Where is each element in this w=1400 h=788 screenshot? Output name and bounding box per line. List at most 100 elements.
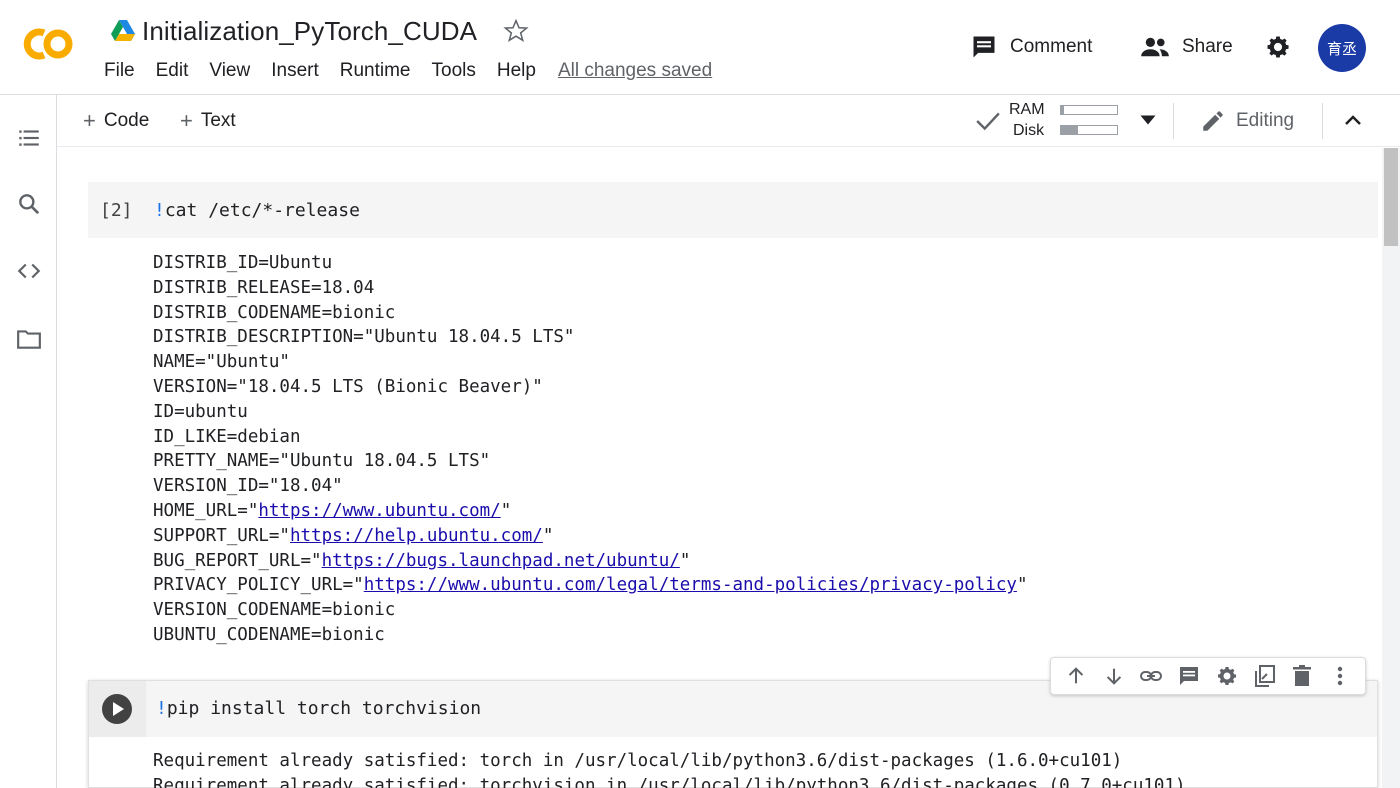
save-status[interactable]: All changes saved [558,60,712,82]
output-link[interactable]: https://help.ubuntu.com/ [290,526,543,546]
mirror-cell-icon[interactable] [1253,664,1277,688]
menu-tools[interactable]: Tools [432,60,476,82]
comment-label: Comment [1010,36,1093,57]
divider [1322,103,1323,139]
output-line: HOME_URL="https://www.ubuntu.com/" [153,499,1028,524]
delete-icon[interactable] [1290,664,1314,688]
files-icon[interactable] [16,326,42,352]
code-text[interactable]: !pip install torch torchvision [156,698,481,719]
search-icon[interactable] [16,191,42,217]
plus-icon: + [180,108,193,133]
menu-help[interactable]: Help [497,60,536,82]
output-text: " [679,550,691,571]
output-text: VERSION="18.04.5 LTS (Bionic Beaver)" [153,376,543,397]
output-link[interactable]: https://www.ubuntu.com/ [258,501,500,521]
code-snippets-icon[interactable] [16,258,42,284]
menu-edit[interactable]: Edit [156,60,189,82]
output-text: DISTRIB_DESCRIPTION="Ubuntu 18.04.5 LTS" [153,327,575,348]
output-line: Requirement already satisfied: torchvisi… [153,775,1186,788]
code-cell[interactable]: [2] !cat /etc/*-release [88,182,1378,238]
move-down-icon[interactable] [1102,664,1126,688]
editing-mode-button[interactable]: Editing [1200,108,1294,134]
code-cell-active[interactable]: !pip install torch torchvision Requireme… [88,680,1378,788]
editing-label: Editing [1236,110,1295,131]
code-text: cat /etc/*-release [164,200,360,221]
scrollbar-thumb[interactable] [1384,148,1398,246]
output-link[interactable]: https://www.ubuntu.com/legal/terms-and-p… [364,575,1017,595]
menu-bar: File Edit View Insert Runtime Tools Help… [104,60,712,82]
settings-icon[interactable] [1215,664,1239,688]
app-header: Initialization_PyTorch_CUDA File Edit Vi… [0,0,1400,95]
colab-logo[interactable] [20,24,82,64]
code-editor[interactable]: !cat /etc/*-release [154,200,360,221]
add-code-label: Code [103,110,150,131]
output-text: DISTRIB_CODENAME=bionic [153,302,396,323]
cell-gutter [89,681,146,737]
cell-output: DISTRIB_ID=Ubuntu DISTRIB_RELEASE=18.04 DI… [153,251,1028,648]
link-icon[interactable] [1139,664,1163,688]
output-text: PRIVACY_POLICY_URL=" [153,575,364,596]
menu-insert[interactable]: Insert [271,60,319,82]
avatar[interactable]: 育丞 [1318,24,1366,72]
output-line: ID=ubuntu [153,400,1028,425]
disk-bar [1060,125,1118,135]
output-text: VERSION_ID="18.04" [153,476,343,497]
notebook-toolbar: + Code + Text RAM Disk Editing [57,95,1400,147]
output-text: NAME="Ubuntu" [153,352,290,373]
move-up-icon[interactable] [1064,664,1088,688]
star-icon[interactable] [503,18,529,44]
left-sidebar [0,95,57,788]
resource-indicator[interactable]: RAM Disk [975,101,1157,141]
output-line: UBUNTU_CODENAME=bionic [153,623,1028,648]
output-line: SUPPORT_URL="https://help.ubuntu.com/" [153,524,1028,549]
output-text: PRETTY_NAME="Ubuntu 18.04.5 LTS" [153,451,491,472]
output-line: ID_LIKE=debian [153,425,1028,450]
output-line: NAME="Ubuntu" [153,350,1028,375]
check-icon [976,112,1000,131]
output-line: DISTRIB_ID=Ubuntu [153,251,1028,276]
share-label: Share [1182,36,1233,57]
add-text-button[interactable]: + Text [180,108,236,134]
ram-bar [1060,105,1118,115]
output-text: HOME_URL=" [153,500,259,521]
output-line: VERSION="18.04.5 LTS (Bionic Beaver)" [153,375,1028,400]
output-text: DISTRIB_ID=Ubuntu [153,253,333,273]
output-text: " [542,525,554,546]
output-text: UBUNTU_CODENAME=bionic [153,624,385,645]
settings-button[interactable] [1264,33,1292,66]
output-line: VERSION_CODENAME=bionic [153,598,1028,623]
ram-label: RAM [1009,101,1045,118]
share-button[interactable]: Share [1140,33,1233,61]
output-text: SUPPORT_URL=" [153,525,290,546]
output-link[interactable]: https://bugs.launchpad.net/ubuntu/ [322,551,680,571]
output-line: DISTRIB_CODENAME=bionic [153,301,1028,326]
chevron-down-icon[interactable] [1139,113,1157,127]
code-content: pip install torch torchvision [166,698,482,719]
menu-runtime[interactable]: Runtime [340,60,411,82]
menu-file[interactable]: File [104,60,135,82]
people-icon [1141,37,1169,57]
comment-button[interactable]: Comment [970,33,1092,61]
cell-output: Requirement already satisfied: torch in … [153,749,1186,788]
run-cell-button[interactable] [102,694,132,724]
output-line: PRIVACY_POLICY_URL="https://www.ubuntu.c… [153,573,1028,598]
execution-count: [2] [100,200,133,221]
toc-icon[interactable] [16,125,42,151]
comment-icon[interactable] [1177,664,1201,688]
output-text: BUG_REPORT_URL=" [153,550,322,571]
notebook-title[interactable]: Initialization_PyTorch_CUDA [142,16,477,47]
output-text: " [1016,575,1028,596]
pencil-icon [1203,111,1223,131]
add-code-button[interactable]: + Code [83,108,149,134]
google-drive-icon[interactable] [110,19,136,43]
shell-bang: ! [154,200,165,221]
output-line: PRETTY_NAME="Ubuntu 18.04.5 LTS" [153,449,1028,474]
output-text: DISTRIB_RELEASE=18.04 [153,277,375,298]
output-line: DISTRIB_RELEASE=18.04 [153,276,1028,301]
chevron-up-icon[interactable] [1341,109,1365,133]
output-line: Requirement already satisfied: torch in … [153,751,1123,771]
divider [1173,103,1174,139]
more-vert-icon[interactable] [1328,664,1352,688]
menu-view[interactable]: View [209,60,250,82]
add-text-label: Text [200,110,236,131]
